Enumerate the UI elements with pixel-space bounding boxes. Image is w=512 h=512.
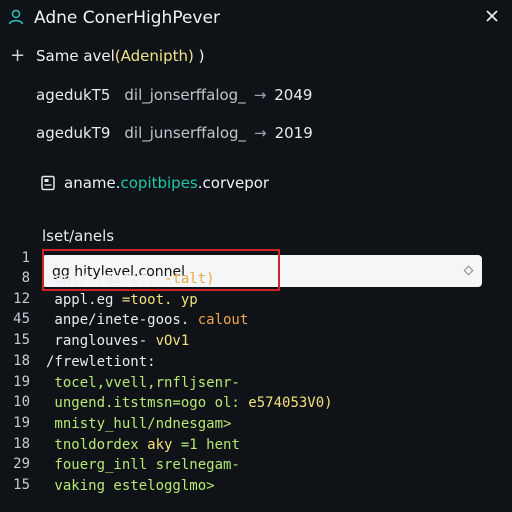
line-number: 18 [13, 435, 30, 452]
code-line: ranglouves- vOv1 [46, 333, 189, 349]
chevron-icon [463, 265, 474, 276]
line-number: 29 [13, 456, 30, 473]
line-number: 19 [13, 373, 30, 390]
code-line: tnoldordex aky =1 hent [46, 436, 240, 453]
section-label: lset/anels [42, 227, 115, 245]
code-token: appl.eg [46, 291, 122, 308]
code-token: -apl/ raitit, [46, 271, 165, 287]
line-number: 10 [13, 394, 30, 411]
entry-path: dil_jonserffalog_ [124, 86, 246, 104]
code-token: vaking estelogglmo> [46, 478, 215, 494]
arrow-right-icon: → [254, 124, 267, 142]
code-token: ranglouves- [46, 333, 156, 350]
code-token: calout [197, 312, 249, 329]
code-token: tocel,vvell,rnfljsenr- [46, 374, 240, 391]
entry-path: dil_junserffalog_ [124, 124, 247, 142]
code-token: ungend.itstmsn=ogo ol: [46, 395, 249, 412]
code-token: fouerg_inll srelnegam- [46, 457, 240, 474]
code-line: anpe/inete-goos. calout [46, 312, 248, 328]
code-line: mnisty_hull/ndnesgam> [46, 416, 231, 432]
entry-year: 2049 [274, 86, 313, 104]
line-number: 15 [13, 332, 30, 349]
file-name-accent: copitbipes [120, 174, 198, 192]
line-number: 45 [13, 311, 30, 328]
code-token: aky [147, 436, 181, 453]
section-subtitle: Same avel(Adenipth) ) [36, 47, 205, 65]
line-number: 1 [21, 250, 30, 266]
arrow-right-icon: → [253, 86, 267, 104]
line-number: 12 [13, 290, 30, 307]
code-line: ungend.itstmsn=ogo ol: e574053V0) [46, 395, 333, 412]
add-icon[interactable]: + [10, 45, 25, 66]
close-icon[interactable] [484, 8, 500, 24]
line-number: 15 [13, 477, 30, 493]
file-icon [41, 175, 55, 191]
entry-name: agedukT5 [36, 86, 111, 104]
code-token: mnisty_hull/ndnesgam> [46, 415, 232, 432]
code-line: tocel,vvell,rnfljsenr- [46, 374, 240, 391]
list-item[interactable]: agedukT9 dil_junserffalog_ → 2019 [36, 124, 313, 142]
code-token: /frewletiont: [46, 353, 156, 370]
user-icon [8, 9, 24, 25]
line-number: 18 [13, 352, 30, 369]
line-number: 8 [21, 270, 30, 286]
code-token: e574053V0) [248, 395, 333, 412]
window-title: Adne ConerHighPever [34, 8, 220, 28]
code-line: /frewletiont: [46, 354, 156, 370]
code-token: tnoldordex [46, 436, 148, 453]
file-link[interactable]: aname. copitbipes .corvepor [40, 174, 269, 192]
code-token: =toot. yp [121, 291, 198, 308]
code-line: appl.eg =toot. yp [46, 291, 198, 308]
code-line: fouerg_inll srelnegam- [46, 457, 240, 474]
line-number: 19 [13, 414, 30, 431]
subtitle-accent: (Adenipth) [114, 47, 194, 65]
entry-name: agedukT9 [36, 124, 111, 142]
code-token: anpe/inete-goos. [46, 312, 198, 329]
code-token: vOv1 [155, 333, 190, 350]
code-line: vaking estelogglmo> [46, 478, 215, 494]
list-item[interactable]: agedukT5 dil_jonserffalog_ → 2049 [36, 86, 312, 104]
code-token: =1 hent [180, 436, 240, 453]
entry-year: 2019 [274, 124, 313, 142]
code-token: -talt) [164, 271, 215, 287]
code-line: -apl/ raitit, -talt) [46, 271, 215, 287]
